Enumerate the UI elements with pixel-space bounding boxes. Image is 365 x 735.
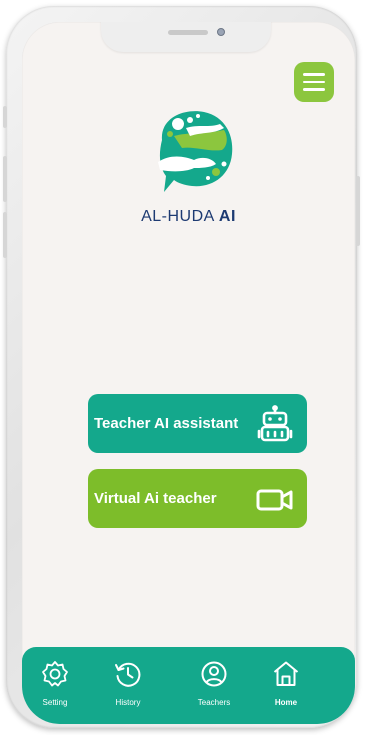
robot-icon (253, 402, 297, 446)
nav-label-home: Home (274, 698, 298, 707)
nav-item-teachers[interactable]: Teachers (184, 659, 244, 707)
phone-frame: AL-HUDA AI Teacher AI assistant Virtual … (3, 6, 360, 728)
menu-icon-line (303, 88, 325, 91)
brand-name: AL-HUDA AI (22, 208, 355, 226)
home-icon (273, 661, 299, 686)
phone-volume-down-button (3, 212, 7, 258)
nav-label-setting: Setting (42, 698, 68, 707)
brand-name-main: AL-HUDA (141, 208, 219, 225)
brand-name-accent: AI (218, 208, 236, 225)
virtual-ai-teacher-button[interactable]: Virtual Ai teacher (88, 469, 307, 528)
speaker-grille (168, 30, 208, 35)
menu-icon-line (303, 80, 325, 84)
user-circle-icon (201, 661, 227, 687)
virtual-ai-teacher-label: Virtual Ai teacher (94, 490, 217, 507)
gear-icon (42, 661, 68, 687)
phone-notch (101, 22, 271, 52)
menu-icon-line (303, 73, 325, 76)
nav-item-home[interactable]: Home (256, 659, 316, 707)
nav-item-setting[interactable]: Setting (25, 659, 85, 707)
nav-label-history: History (115, 698, 141, 707)
app-logo (158, 111, 233, 192)
phone-volume-up-button (3, 156, 7, 202)
nav-item-history[interactable]: History (98, 659, 158, 707)
app-screen: AL-HUDA AI Teacher AI assistant Virtual … (22, 22, 355, 724)
teacher-ai-assistant-label: Teacher AI assistant (94, 415, 239, 432)
teacher-ai-assistant-button[interactable]: Teacher AI assistant (88, 394, 307, 453)
bottom-navigation-bar: Setting History Teachers Home (22, 647, 355, 724)
hamburger-menu-button[interactable] (294, 62, 334, 102)
phone-side-button (3, 106, 7, 128)
nav-label-teachers: Teachers (197, 698, 231, 707)
phone-power-button (356, 176, 360, 246)
video-camera-icon (253, 477, 297, 521)
front-camera (217, 28, 225, 36)
history-icon (115, 662, 141, 687)
